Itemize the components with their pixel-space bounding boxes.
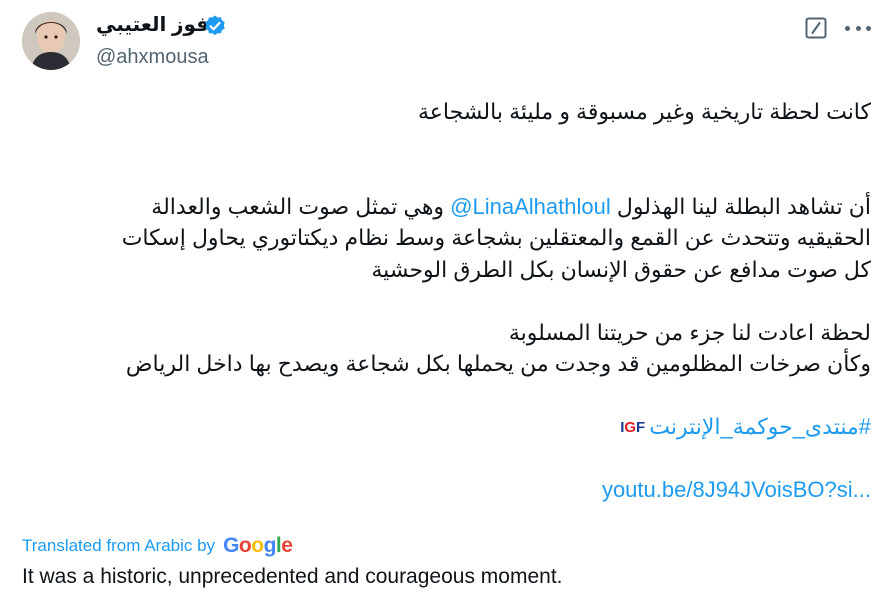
tweet-line: كل صوت مدافع عن حقوق الإنسان بكل الطرق ا… xyxy=(371,256,871,282)
hashtag-line: #منتدى_حوكمة_الإنترنتIGF xyxy=(22,411,871,443)
dot xyxy=(855,25,861,31)
tweet-text-segment: أن تشاهد البطلة لينا الهذلول xyxy=(610,193,871,219)
tweet-line: أن تشاهد البطلة لينا الهذلول @LinaAlhath… xyxy=(22,191,871,223)
link-line: youtu.be/8J94JVoisBO?si... xyxy=(22,474,871,506)
translation-attribution[interactable]: Translated from Arabic by Google xyxy=(22,534,293,558)
avatar-image xyxy=(22,12,80,70)
tweet-line: كانت لحظة تاريخية وغير مسبوقة و مليئة با… xyxy=(417,99,871,124)
hashtag-link[interactable]: #منتدى_حوكمة_الإنترنت xyxy=(649,414,871,439)
translation-label: Translated from Arabic by xyxy=(22,536,216,555)
tweet-text-segment: وهي تمثل صوت الشعب والعدالة xyxy=(151,193,451,219)
tweet-line: الحقيقيه وتتحدث عن القمع والمعتقلين بشجا… xyxy=(121,225,871,250)
grok-icon[interactable] xyxy=(805,17,827,39)
google-logo: Google xyxy=(223,534,293,557)
more-icon[interactable] xyxy=(845,17,871,39)
verified-badge-icon xyxy=(205,15,225,36)
tweet-line: وكأن صرخات المظلومين قد وجدت من يحملها ب… xyxy=(125,351,871,376)
translated-text: It was a historic, unprecedented and cou… xyxy=(22,565,563,588)
author-name[interactable]: فوز العتيبي xyxy=(96,12,209,37)
tweet-line: لحظة اعادت لنا جزء من حريتنا المسلوبة xyxy=(508,319,871,345)
author-handle[interactable]: @ahxmousa xyxy=(96,46,209,69)
tweet-text: كانت لحظة تاريخية وغير مسبوقة و مليئة با… xyxy=(22,96,871,506)
avatar[interactable] xyxy=(22,12,80,70)
igf-hashflag-icon: IGF xyxy=(620,419,646,437)
tweet-header: فوز العتيبي @ahxmousa xyxy=(0,0,893,80)
dot xyxy=(845,25,850,31)
mention-link[interactable]: @LinaAlhathloul xyxy=(450,194,611,219)
dot xyxy=(866,25,871,31)
external-link[interactable]: youtu.be/8J94JVoisBO?si... xyxy=(602,477,871,502)
